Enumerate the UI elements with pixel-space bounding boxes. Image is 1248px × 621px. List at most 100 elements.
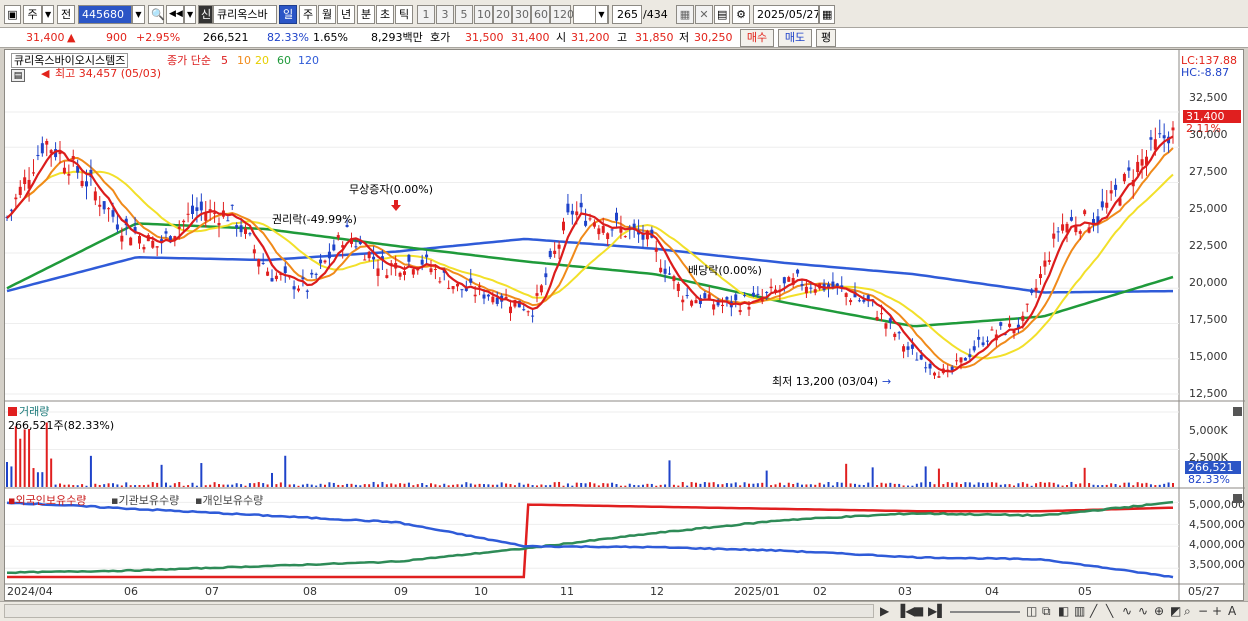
- volume-bar: [743, 482, 746, 487]
- interval-button[interactable]: 60: [531, 5, 550, 24]
- candle-body: [327, 251, 331, 259]
- toolbar-tool-icon[interactable]: ◩: [1170, 604, 1181, 619]
- gear-icon[interactable]: ⚙: [732, 5, 750, 24]
- ma-period-10[interactable]: 10: [237, 54, 251, 67]
- toolbar-tool-icon[interactable]: ⧉: [1042, 604, 1051, 619]
- interval-button[interactable]: 120: [550, 5, 574, 24]
- ma-label[interactable]: 종가 단순: [167, 54, 211, 67]
- calendar-icon[interactable]: ▦: [819, 5, 835, 24]
- candle-body: [659, 267, 663, 273]
- legend-institution[interactable]: ▪기관보유수량: [111, 494, 179, 507]
- candle-body: [297, 288, 300, 291]
- buy-button[interactable]: 매수: [740, 29, 774, 47]
- tab-period-minute[interactable]: 분: [357, 5, 375, 24]
- eval-button[interactable]: 평: [816, 29, 836, 47]
- tab-period-week[interactable]: 주: [299, 5, 317, 24]
- speaker-icon[interactable]: ◀◀: [166, 5, 184, 24]
- interval-button[interactable]: 10: [474, 5, 493, 24]
- toolbar-tool-icon[interactable]: ⊕: [1154, 604, 1164, 619]
- cross-icon[interactable]: ✕: [695, 5, 713, 24]
- toolbar-tool-icon[interactable]: ∿: [1122, 604, 1132, 619]
- y-tick: 2,500K: [1189, 451, 1228, 464]
- toolbar-tool-icon[interactable]: ╱: [1090, 604, 1097, 619]
- volume-bar: [867, 482, 870, 487]
- volume-pane-title[interactable]: 거래량: [19, 405, 49, 418]
- candle-body: [672, 276, 676, 282]
- search-icon[interactable]: 🔍: [148, 5, 165, 24]
- volume-bar: [730, 483, 733, 487]
- interval-button[interactable]: 3: [436, 5, 454, 24]
- mode-main-select[interactable]: 주: [23, 5, 42, 24]
- volume-bar: [94, 483, 97, 487]
- tab-period-month[interactable]: 월: [318, 5, 336, 24]
- candle-body: [548, 250, 552, 258]
- scroll-right-icon[interactable]: ▶: [880, 604, 889, 619]
- legend-foreign[interactable]: ▪외국인보유수량: [8, 494, 86, 507]
- volume-bar: [1141, 483, 1144, 487]
- volume-bar: [474, 484, 477, 487]
- candle-body: [151, 240, 155, 248]
- mode-dropdown-icon[interactable]: ▼: [42, 5, 54, 24]
- speaker-dropdown-icon[interactable]: ▼: [184, 5, 196, 24]
- code-dropdown-icon[interactable]: ▼: [132, 5, 145, 24]
- toolbar-tool-icon[interactable]: ◫: [1026, 604, 1037, 619]
- grid-icon[interactable]: ▦: [676, 5, 694, 24]
- stock-code-input[interactable]: 445680: [78, 5, 132, 24]
- toolbar-tool-icon[interactable]: ∿: [1138, 604, 1148, 619]
- mode-jeon-button[interactable]: 전: [57, 5, 75, 24]
- toolbar-tool-icon[interactable]: ▥: [1074, 604, 1085, 619]
- price-pane-title[interactable]: 큐리옥스바이오시스템즈: [11, 53, 129, 68]
- interval-button[interactable]: 20: [493, 5, 512, 24]
- text-tool-icon[interactable]: A: [1228, 604, 1236, 619]
- sell-button[interactable]: 매도: [778, 29, 812, 47]
- save-icon[interactable]: ▤: [714, 5, 730, 24]
- high-arrow-icon: ◀: [41, 67, 50, 80]
- candle-body: [93, 191, 97, 201]
- tab-period-second[interactable]: 초: [376, 5, 394, 24]
- candle-body: [685, 295, 689, 297]
- pane-close-icon[interactable]: [1233, 494, 1242, 503]
- high-annotation: 최고 34,457 (05/03): [55, 67, 162, 80]
- zoom-out-icon[interactable]: −: [1198, 604, 1208, 619]
- tab-period-tick[interactable]: 틱: [395, 5, 413, 24]
- horizontal-scrollbar[interactable]: [4, 604, 874, 618]
- table-icon[interactable]: ▤: [11, 69, 25, 82]
- interval-button[interactable]: 1: [417, 5, 435, 24]
- volume-bar: [372, 481, 375, 487]
- company-name-field[interactable]: 큐리옥스바: [213, 5, 277, 24]
- ma-period-120[interactable]: 120: [298, 54, 319, 67]
- x-tick: 12: [650, 585, 664, 598]
- candle-body: [963, 357, 967, 361]
- volume-bar: [500, 482, 503, 487]
- scroll-start-icon[interactable]: ▐◀: [896, 604, 914, 619]
- ma-period-60[interactable]: 60: [277, 54, 291, 67]
- y-tick: 4,500,000: [1189, 518, 1245, 531]
- chart-svg[interactable]: [5, 50, 1245, 602]
- pane-close-icon[interactable]: [1233, 407, 1242, 416]
- toolbar-tool-icon[interactable]: ╲: [1106, 604, 1113, 619]
- scroll-end-icon[interactable]: ▶▌: [928, 604, 946, 619]
- legend-individual[interactable]: ▪개인보유수량: [195, 494, 263, 507]
- tab-period-day[interactable]: 일: [279, 5, 297, 24]
- ma-period-20[interactable]: 20: [255, 54, 269, 67]
- candle-body: [681, 299, 685, 303]
- date-input[interactable]: 2025/05/27: [753, 5, 819, 24]
- zoom-in-icon[interactable]: +: [1212, 604, 1222, 619]
- toolbar-tool-icon[interactable]: ◧: [1058, 604, 1069, 619]
- tab-period-year[interactable]: 년: [337, 5, 355, 24]
- ma-period-5[interactable]: 5: [221, 54, 228, 67]
- candle-body: [9, 209, 13, 211]
- candle-body: [734, 294, 738, 301]
- volume-bar: [204, 485, 207, 487]
- chart-menu-icon[interactable]: ▣: [4, 5, 21, 24]
- count-input[interactable]: 265: [612, 5, 642, 24]
- interval-button[interactable]: 30: [512, 5, 531, 24]
- interval-button[interactable]: 5: [455, 5, 473, 24]
- interval-dropdown-icon[interactable]: ▼: [595, 5, 608, 24]
- stop-icon[interactable]: ■: [913, 604, 924, 619]
- zoom-slider[interactable]: [950, 611, 1020, 613]
- volume-bar: [1105, 484, 1108, 487]
- chart-area[interactable]: 큐리옥스바이오시스템즈 종가 단순 5 10 20 60 120 ▤ ◀ 최고 …: [4, 49, 1245, 602]
- zoom-search-icon[interactable]: ⌕: [1184, 604, 1191, 619]
- volume-bar: [619, 485, 622, 487]
